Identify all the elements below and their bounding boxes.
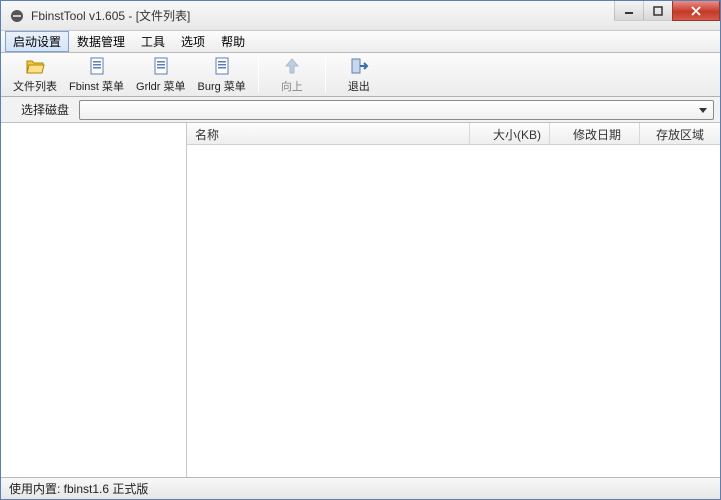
- menubar: 启动设置 数据管理 工具 选项 帮助: [1, 31, 720, 53]
- toolbar: 文件列表 Fbinst 菜单 Grldr 菜单 Burg 菜单 向上: [1, 53, 720, 97]
- tree-pane[interactable]: [1, 123, 187, 477]
- toolbar-up[interactable]: 向上: [265, 54, 319, 96]
- menu-options[interactable]: 选项: [173, 31, 213, 52]
- column-name[interactable]: 名称: [187, 123, 470, 144]
- toolbar-burg-label: Burg 菜单: [198, 78, 246, 94]
- exit-icon: [349, 56, 369, 76]
- minimize-icon: [624, 6, 634, 16]
- toolbar-exit-label: 退出: [348, 78, 370, 94]
- column-date[interactable]: 修改日期: [550, 123, 640, 144]
- list-body[interactable]: [187, 145, 720, 477]
- disk-selector-row: 选择磁盘: [1, 97, 720, 123]
- window-title: FbinstTool v1.605 - [文件列表]: [31, 7, 190, 24]
- toolbar-exit[interactable]: 退出: [332, 54, 386, 96]
- disk-selector-label: 选择磁盘: [7, 101, 79, 118]
- window-controls: [615, 1, 720, 21]
- document-icon: [87, 56, 107, 76]
- toolbar-burg-menu[interactable]: Burg 菜单: [192, 54, 252, 96]
- document-icon: [151, 56, 171, 76]
- menu-tools[interactable]: 工具: [133, 31, 173, 52]
- column-area[interactable]: 存放区域: [640, 123, 720, 144]
- toolbar-grldr-label: Grldr 菜单: [136, 78, 186, 94]
- toolbar-separator: [325, 57, 326, 93]
- titlebar: FbinstTool v1.605 - [文件列表]: [1, 1, 720, 31]
- menu-startup-settings[interactable]: 启动设置: [5, 31, 69, 52]
- arrow-up-icon: [282, 56, 302, 76]
- toolbar-fbinst-menu[interactable]: Fbinst 菜单: [63, 54, 130, 96]
- minimize-button[interactable]: [614, 1, 644, 21]
- maximize-icon: [653, 6, 663, 16]
- toolbar-up-label: 向上: [281, 78, 303, 94]
- toolbar-file-list[interactable]: 文件列表: [7, 54, 63, 96]
- list-header: 名称 大小(KB) 修改日期 存放区域: [187, 123, 720, 145]
- close-button[interactable]: [672, 1, 720, 21]
- statusbar: 使用内置: fbinst1.6 正式版: [1, 477, 720, 499]
- status-text: 使用内置: fbinst1.6 正式版: [9, 480, 148, 497]
- toolbar-grldr-menu[interactable]: Grldr 菜单: [130, 54, 192, 96]
- menu-data-management[interactable]: 数据管理: [69, 31, 133, 52]
- maximize-button[interactable]: [643, 1, 673, 21]
- disk-selector-combo[interactable]: [79, 100, 714, 120]
- folder-open-icon: [25, 56, 45, 76]
- content-area: 名称 大小(KB) 修改日期 存放区域: [1, 123, 720, 477]
- list-pane: 名称 大小(KB) 修改日期 存放区域: [187, 123, 720, 477]
- toolbar-separator: [258, 57, 259, 93]
- menu-help[interactable]: 帮助: [213, 31, 253, 52]
- app-icon: [9, 8, 25, 24]
- document-icon: [212, 56, 232, 76]
- column-size[interactable]: 大小(KB): [470, 123, 550, 144]
- close-icon: [690, 6, 702, 16]
- toolbar-file-list-label: 文件列表: [13, 78, 57, 94]
- toolbar-fbinst-label: Fbinst 菜单: [69, 78, 124, 94]
